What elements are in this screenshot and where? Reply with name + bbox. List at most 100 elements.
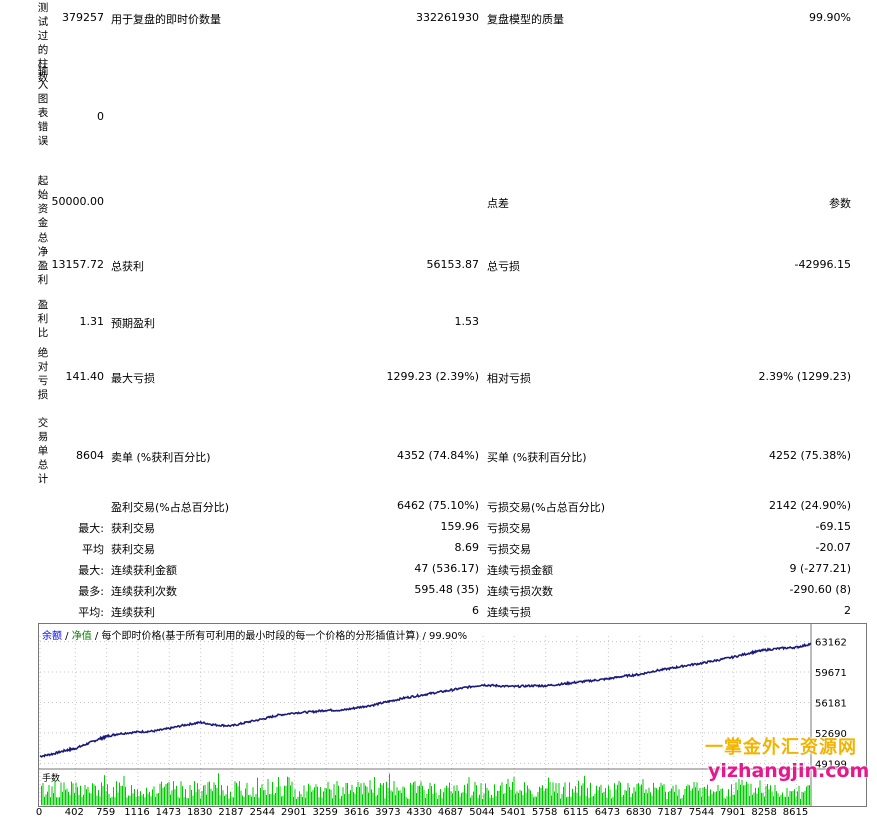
lots-bar	[699, 788, 701, 805]
lots-bar	[104, 775, 105, 805]
lots-bar	[689, 785, 690, 805]
lots-bar	[324, 787, 326, 805]
lots-bar	[722, 788, 723, 805]
lots-bar	[717, 784, 719, 805]
x-tick-label: 1830	[187, 807, 212, 818]
lots-bar	[171, 790, 173, 805]
x-tick-label: 3259	[312, 807, 337, 818]
lots-bar	[123, 775, 125, 805]
lots-bar	[41, 785, 42, 805]
lots-bar	[314, 787, 315, 805]
lots-bar	[501, 782, 503, 805]
lots-bar	[410, 782, 411, 805]
row-label-1: 卖单 (%获利百分比)	[111, 451, 211, 464]
lots-bar	[539, 786, 540, 805]
lots-bar	[309, 785, 311, 805]
lots-bar	[642, 779, 644, 805]
lots-bar	[356, 787, 357, 805]
lots-bar	[207, 782, 209, 805]
lots-bar	[218, 773, 219, 805]
stat-value-2: -20.07	[815, 541, 851, 554]
lots-bar	[686, 786, 687, 805]
lots-bar	[513, 776, 515, 805]
lots-bar	[572, 788, 573, 805]
lots-bar	[653, 782, 654, 805]
lots-bar	[581, 785, 582, 805]
lots-bar	[383, 783, 384, 805]
lots-bar	[636, 783, 638, 805]
lots-bar	[210, 788, 212, 805]
stat-label-2: 亏损交易(%占总百分比)	[487, 501, 606, 514]
lots-bar	[198, 789, 200, 805]
lots-bar	[422, 785, 423, 805]
lots-bar	[317, 786, 318, 805]
lots-bar	[222, 790, 224, 805]
x-tick-label: 0	[36, 807, 42, 818]
lots-bar	[86, 789, 87, 805]
lots-bar	[444, 787, 446, 805]
lots-bar	[687, 784, 689, 805]
row-value-2: 99.90%	[809, 11, 851, 24]
lots-bar	[657, 790, 659, 805]
lots-bar	[80, 785, 81, 805]
lots-bars	[41, 773, 812, 805]
x-tick-label: 2544	[250, 807, 275, 818]
lots-bar	[77, 787, 78, 805]
lots-bar	[279, 786, 281, 805]
lots-bar	[119, 782, 120, 805]
y-tick-label: 59671	[815, 668, 847, 679]
lots-bar	[216, 788, 218, 805]
lots-bar	[357, 782, 359, 805]
stat-value-2: 9 (-277.21)	[789, 562, 851, 575]
lots-bar	[507, 778, 509, 805]
lots-bar	[101, 782, 102, 805]
lots-bar	[378, 787, 380, 805]
stat-label-1: 连续获利次数	[111, 585, 177, 598]
lots-bar	[690, 790, 692, 805]
lots-bar	[287, 776, 288, 805]
lots-bar	[167, 783, 168, 805]
lots-bar	[75, 782, 77, 805]
lots-bar	[113, 787, 114, 805]
lots-bar	[747, 783, 749, 805]
lots-bar	[404, 787, 405, 805]
lots-bar	[285, 785, 287, 805]
lots-bar	[659, 786, 660, 805]
row-value: 50000.00	[51, 195, 105, 208]
row-value-1: 56153.87	[426, 258, 480, 271]
lots-bar	[716, 791, 717, 805]
stat-label-1: 盈利交易(%占总百分比)	[111, 501, 230, 514]
lots-bar	[87, 786, 89, 805]
lots-bar	[776, 791, 777, 805]
stat-value-1: 8.69	[454, 541, 480, 554]
lots-bar	[480, 783, 482, 805]
lots-bar	[92, 783, 93, 805]
stat-label-2: 亏损交易	[487, 522, 531, 535]
lots-bar	[291, 781, 293, 805]
lots-bar	[771, 791, 773, 805]
lots-bar	[446, 785, 447, 805]
lots-bar	[485, 783, 486, 805]
row-value: 1.31	[79, 315, 105, 328]
lots-bar	[590, 782, 591, 805]
lots-bar	[411, 784, 413, 805]
lots-bar	[575, 786, 576, 805]
lots-bar	[728, 789, 729, 805]
x-tick-label: 1473	[156, 807, 181, 818]
lots-bar	[213, 782, 215, 805]
lots-bar	[423, 790, 425, 805]
lots-bar	[665, 791, 666, 805]
x-tick-label: 2901	[281, 807, 306, 818]
lots-bar	[635, 791, 636, 805]
lots-bar	[671, 788, 672, 805]
lots-bar	[626, 790, 627, 805]
lots-bar	[174, 789, 176, 805]
lots-bar	[165, 784, 167, 805]
row-value-2: 4252 (75.38%)	[768, 449, 851, 462]
x-tick-label: 5401	[501, 807, 526, 818]
stat-value-2: 2	[844, 604, 851, 617]
lots-bar	[758, 787, 759, 805]
lots-bar	[809, 785, 810, 805]
stat-prefix: 最大:	[78, 522, 104, 535]
lots-bar	[524, 782, 525, 805]
